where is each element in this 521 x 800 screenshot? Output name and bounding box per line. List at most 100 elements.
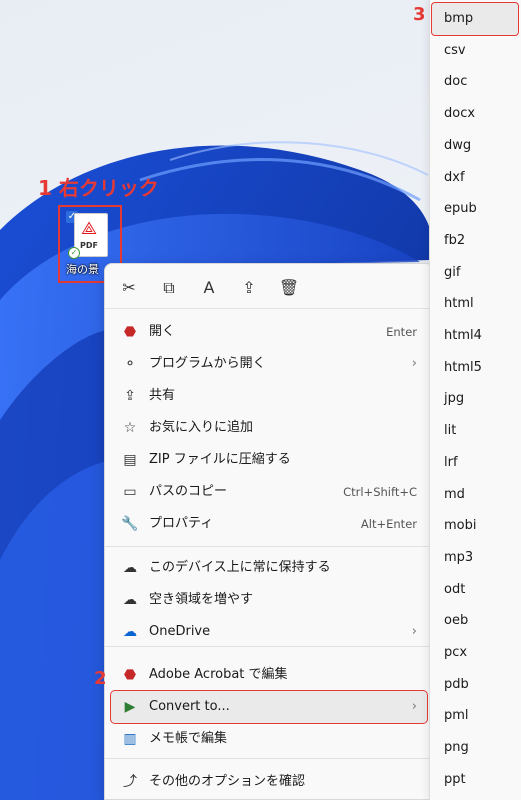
delete-icon-button[interactable]: 🗑 [277,276,301,300]
convert-option-label: pcx [444,645,468,660]
copy-icon-button[interactable]: ⧉ [157,276,181,300]
convert-option-odt[interactable]: odt [430,574,521,606]
menu-item-5[interactable]: ▤ ZIP ファイルに圧縮する [111,444,427,476]
menu-item-3[interactable]: ⇪ 共有 [111,380,427,412]
wrench-icon: 🔧 [121,516,139,532]
share-icon: ⇪ [242,278,256,297]
convert-option-label: html5 [444,359,482,375]
menu-item-6[interactable]: ▭ パスのコピー Ctrl+Shift+C [111,476,427,508]
convert-option-html5[interactable]: html5 [430,352,521,384]
convert-option-label: doc [444,74,468,90]
sync-status-icon: ✓ [68,247,80,259]
pdf-icon-label: PDF [80,241,98,250]
file-name-label: 海の景 [66,263,99,276]
menu-item-label: OneDrive [149,624,211,639]
menu-item-2[interactable]: ⚬ プログラムから開く › [111,348,427,380]
menu-item-7[interactable]: 🔧 プロパティ Alt+Enter [111,508,427,540]
notepad-icon: ▥ [123,731,137,747]
chevron-right-icon: › [411,356,417,371]
convert-option-pcx[interactable]: pcx [430,637,521,669]
menu-item-12[interactable]: ▶ Convert to... › [110,690,428,724]
menu-item-shortcut: Ctrl+Shift+C [343,485,417,499]
convert-option-label: mobi [444,518,477,534]
convert-option-md[interactable]: md [430,479,521,511]
share-icon: ⇪ [124,388,136,404]
rename-icon-button[interactable]: A [197,276,221,300]
menu-item-label: このデバイス上に常に保持する [149,560,331,575]
convert-option-gif[interactable]: gif [430,257,521,289]
annotation-step-3: 3 [413,4,426,25]
cut-icon: ✂ [122,278,136,297]
convert-option-mobi[interactable]: mobi [430,510,521,542]
menu-item-label: パスのコピー [149,484,228,499]
copy-icon: ⧉ [163,278,175,297]
desktop-background: 1 右クリック ✓ ⟁ PDF ✓ 海の景 ✂ ⧉ A ⇪ 🗑 ⬣ 開く Enter ⚬ プログ… [0,0,521,800]
menu-item-shortcut: Enter [386,325,417,339]
convert-option-label: ppt [444,771,466,787]
convert-option-lrf[interactable]: lrf [430,447,521,479]
menu-item-1[interactable]: ⬣ 開く Enter [111,316,427,348]
menu-item-label: プログラムから開く [149,356,266,371]
convert-option-label: odt [444,581,466,597]
menu-item-9[interactable]: ☁ 空き領域を増やす [111,584,427,616]
menu-item-label: その他のオプションを確認 [149,774,306,789]
menu-item-label: Convert to... [149,699,230,714]
menu-item-label: 空き領域を増やす [149,592,254,607]
convert-option-pml[interactable]: pml [430,700,521,732]
chevron-right-icon: › [411,624,417,639]
menu-item-10[interactable]: ☁ OneDrive › [111,616,427,648]
convert-option-dwg[interactable]: dwg [430,130,521,162]
convert-option-png[interactable]: png [430,732,521,764]
convert-option-label: jpg [444,391,465,407]
convert-option-label: lrf [444,454,458,470]
convert-option-label: epub [444,201,477,217]
menu-separator [105,758,433,759]
convert-option-oeb[interactable]: oeb [430,605,521,637]
convert-submenu: bmp csv doc docx dwg dxf epub fb2 gif html html4 ht… [429,0,521,800]
menu-item-4[interactable]: ☆ お気に入りに追加 [111,412,427,444]
menu-item-14[interactable]: ⤴ その他のオプションを確認 [111,766,427,798]
menu-item-label: 共有 [149,388,176,403]
convert-option-label: docx [444,106,476,122]
menu-item-13[interactable]: ▥ メモ帳で編集 [111,723,427,755]
convert-option-label: mp3 [444,549,474,565]
convert-option-csv[interactable]: csv [430,35,521,67]
convert-option-mp3[interactable]: mp3 [430,542,521,574]
convert-option-fb2[interactable]: fb2 [430,225,521,257]
chevron-right-icon: › [411,699,417,714]
convert-option-doc[interactable]: doc [430,66,521,98]
annotation-step-1: 1 右クリック [38,176,159,200]
convert-option-ppt[interactable]: ppt [430,764,521,796]
convert-option-html4[interactable]: html4 [430,320,521,352]
cloud-icon: ☁ [123,592,137,608]
convert-option-label: fb2 [444,232,466,248]
menu-item-label: お気に入りに追加 [149,420,254,435]
zip-icon: ▤ [123,452,137,468]
menu-item-8[interactable]: ☁ このデバイス上に常に保持する [111,552,427,584]
menu-item-label: メモ帳で編集 [149,731,228,746]
rename-icon: A [203,278,215,297]
menu-item-label: 開く [149,324,176,339]
cut-icon-button[interactable]: ✂ [117,276,141,300]
convert-option-docx[interactable]: docx [430,98,521,130]
acrobat-logo-icon: ⟁ [81,218,98,239]
convert-option-jpg[interactable]: jpg [430,383,521,415]
convert-option-label: lit [444,423,457,439]
convert-option-label: dwg [444,137,472,153]
convert-option-pdb[interactable]: pdb [430,669,521,701]
convert-option-label: pml [444,708,469,724]
convert-option-epub[interactable]: epub [430,193,521,225]
convert-option-label: pdb [444,676,469,692]
share-icon-button[interactable]: ⇪ [237,276,261,300]
convert-option-label: gif [444,264,461,280]
convert-option-label: md [444,486,465,502]
delete-icon: 🗑 [278,278,300,297]
convert-option-bmp[interactable]: bmp [431,2,519,36]
convert-option-html[interactable]: html [430,288,521,320]
convert-option-dxf[interactable]: dxf [430,162,521,194]
open-with-icon: ⚬ [124,356,136,372]
convert-option-lit[interactable]: lit [430,415,521,447]
acrobat-edit-icon: ⬣ [123,667,137,683]
context-menu-toolbar: ✂ ⧉ A ⇪ 🗑 [105,264,433,312]
menu-item-11[interactable]: ⬣ Adobe Acrobat で編集 [111,659,427,691]
